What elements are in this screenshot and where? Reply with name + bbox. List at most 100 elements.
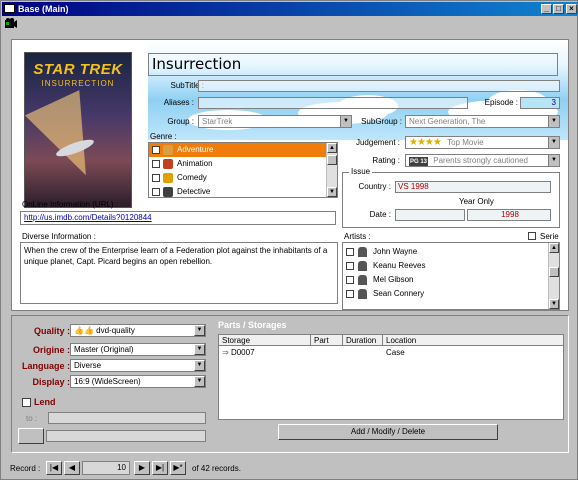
genre-label: Comedy — [177, 173, 207, 182]
person-icon — [358, 289, 367, 299]
genre-scrollbar[interactable]: ▲ ▼ — [326, 143, 337, 197]
lend-date-field[interactable] — [46, 430, 206, 442]
artist-checkbox[interactable] — [346, 290, 354, 298]
group-value: StarTrek — [202, 117, 233, 126]
genre-icon — [163, 145, 173, 155]
col-part[interactable]: Part — [311, 335, 343, 346]
lend-browse-button[interactable] — [18, 428, 44, 444]
artist-checkbox[interactable] — [346, 276, 354, 284]
artist-checkbox[interactable] — [346, 248, 354, 256]
judgement-combo[interactable]: ★★★★ Top Movie ▼ — [405, 136, 560, 149]
table-row[interactable]: ⇒ D0007 — [219, 347, 255, 358]
maximize-button[interactable]: □ — [553, 4, 564, 14]
genre-item[interactable]: Detective — [149, 185, 337, 197]
artists-label: Artists : — [344, 232, 371, 241]
chevron-down-icon[interactable]: ▼ — [548, 116, 559, 127]
scroll-up-icon[interactable]: ▲ — [327, 143, 337, 153]
artist-item[interactable]: John Wayne — [343, 245, 559, 259]
close-button[interactable]: × — [566, 4, 577, 14]
genre-label: Detective — [177, 187, 211, 196]
group-combo[interactable]: StarTrek ▼ — [198, 115, 352, 128]
issue-group: Issue Country : VS 1998 Year Only Date :… — [342, 167, 560, 228]
episode-field[interactable]: 3 — [520, 97, 560, 109]
toolbar — [2, 17, 578, 31]
origine-label: Origine : — [32, 345, 70, 355]
year-field[interactable]: 1998 — [467, 209, 551, 221]
movie-title-field[interactable]: Insurrection — [148, 53, 558, 76]
lend-checkbox[interactable] — [22, 398, 31, 407]
genre-list[interactable]: Adventure Animation Comedy Detective ▲ ▼ — [148, 142, 338, 198]
lend-to-field[interactable] — [48, 412, 206, 424]
genre-checkbox[interactable] — [152, 188, 160, 196]
first-record-button[interactable]: |◀ — [46, 461, 62, 475]
star-rating-icon: ★★★★ — [409, 137, 442, 148]
lend-to-label: to : — [26, 414, 38, 423]
chevron-down-icon[interactable]: ▼ — [548, 155, 559, 166]
person-icon — [358, 275, 367, 285]
parts-title: Parts / Storages — [218, 320, 287, 330]
parts-grid[interactable]: Storage Part Duration Location ⇒ D0007 C… — [218, 334, 564, 420]
scroll-up-icon[interactable]: ▲ — [549, 243, 559, 253]
genre-label: Adventure — [177, 145, 214, 154]
chevron-down-icon[interactable]: ▼ — [548, 137, 559, 148]
url-link[interactable]: http://us.imdb.com/Details?0120844 — [24, 213, 152, 222]
record-label: Record : — [10, 464, 41, 473]
genre-item[interactable]: Adventure — [149, 143, 337, 157]
genre-item[interactable]: Comedy — [149, 171, 337, 185]
last-record-button[interactable]: ▶| — [152, 461, 168, 475]
online-info-label: OnLine Information (URL) : — [22, 200, 119, 209]
record-number-field[interactable]: 10 — [82, 461, 130, 475]
genre-item[interactable]: Animation — [149, 157, 337, 171]
artist-item[interactable]: Keanu Reeves — [343, 259, 559, 273]
scroll-thumb[interactable] — [327, 155, 337, 165]
film-reel-icon[interactable] — [5, 18, 17, 29]
language-label: Language : — [21, 361, 70, 371]
origine-combo[interactable]: Master (Original) ▼ — [70, 343, 206, 356]
country-field[interactable]: VS 1998 — [395, 181, 551, 193]
subgroup-combo[interactable]: Next Generation, The ▼ — [405, 115, 560, 128]
artist-checkbox[interactable] — [346, 262, 354, 270]
col-location[interactable]: Location — [383, 335, 564, 346]
next-record-button[interactable]: ▶ — [134, 461, 150, 475]
scroll-thumb[interactable] — [549, 267, 559, 277]
subtitle-field[interactable] — [198, 80, 560, 92]
add-modify-delete-button[interactable]: Add / Modify / Delete — [278, 424, 498, 440]
rating-combo[interactable]: PG 13 Parents strongly cautioned ▼ — [405, 154, 560, 167]
url-field[interactable]: http://us.imdb.com/Details?0120844 — [20, 211, 336, 225]
movie-poster[interactable]: STAR TREK INSURRECTION — [24, 52, 132, 208]
chevron-down-icon[interactable]: ▼ — [340, 116, 351, 127]
quality-combo[interactable]: 👍👍 dvd-quality ▼ — [70, 324, 206, 337]
language-value: Diverse — [74, 361, 102, 370]
display-combo[interactable]: 16:9 (WideScreen) ▼ — [70, 375, 206, 388]
artist-item[interactable]: Mel Gibson — [343, 273, 559, 287]
diverse-info-textarea[interactable]: When the crew of the Enterprise learn of… — [20, 242, 338, 304]
artists-list[interactable]: John Wayne Keanu Reeves Mel Gibson Sean Con… — [342, 242, 560, 310]
col-storage[interactable]: Storage — [219, 335, 311, 346]
origine-value: Master (Original) — [74, 345, 134, 354]
genre-label: Genre : — [150, 132, 177, 141]
genre-checkbox[interactable] — [152, 174, 160, 182]
date-field[interactable] — [395, 209, 465, 221]
genre-checkbox[interactable] — [152, 160, 160, 168]
chevron-down-icon[interactable]: ▼ — [194, 344, 205, 355]
serie-checkbox[interactable] — [528, 232, 536, 240]
chevron-down-icon[interactable]: ▼ — [194, 325, 205, 336]
window-icon — [4, 4, 15, 13]
prev-record-button[interactable]: ◀ — [64, 461, 80, 475]
display-value: 16:9 (WideScreen) — [74, 377, 141, 386]
language-combo[interactable]: Diverse ▼ — [70, 359, 206, 372]
new-record-button[interactable]: ▶* — [170, 461, 186, 475]
col-duration[interactable]: Duration — [343, 335, 383, 346]
chevron-down-icon[interactable]: ▼ — [194, 376, 205, 387]
artist-item[interactable]: Sean Connery — [343, 287, 559, 301]
genre-checkbox[interactable] — [152, 146, 160, 154]
aliases-field[interactable] — [198, 97, 468, 109]
artist-name: John Wayne — [373, 247, 418, 256]
minimize-button[interactable]: _ — [541, 4, 552, 14]
artists-scrollbar[interactable]: ▲ ▼ — [548, 243, 559, 309]
judgement-value: Top Movie — [447, 138, 484, 147]
artist-name: Keanu Reeves — [373, 261, 426, 270]
chevron-down-icon[interactable]: ▼ — [194, 360, 205, 371]
scroll-down-icon[interactable]: ▼ — [327, 187, 337, 197]
scroll-down-icon[interactable]: ▼ — [549, 299, 559, 309]
